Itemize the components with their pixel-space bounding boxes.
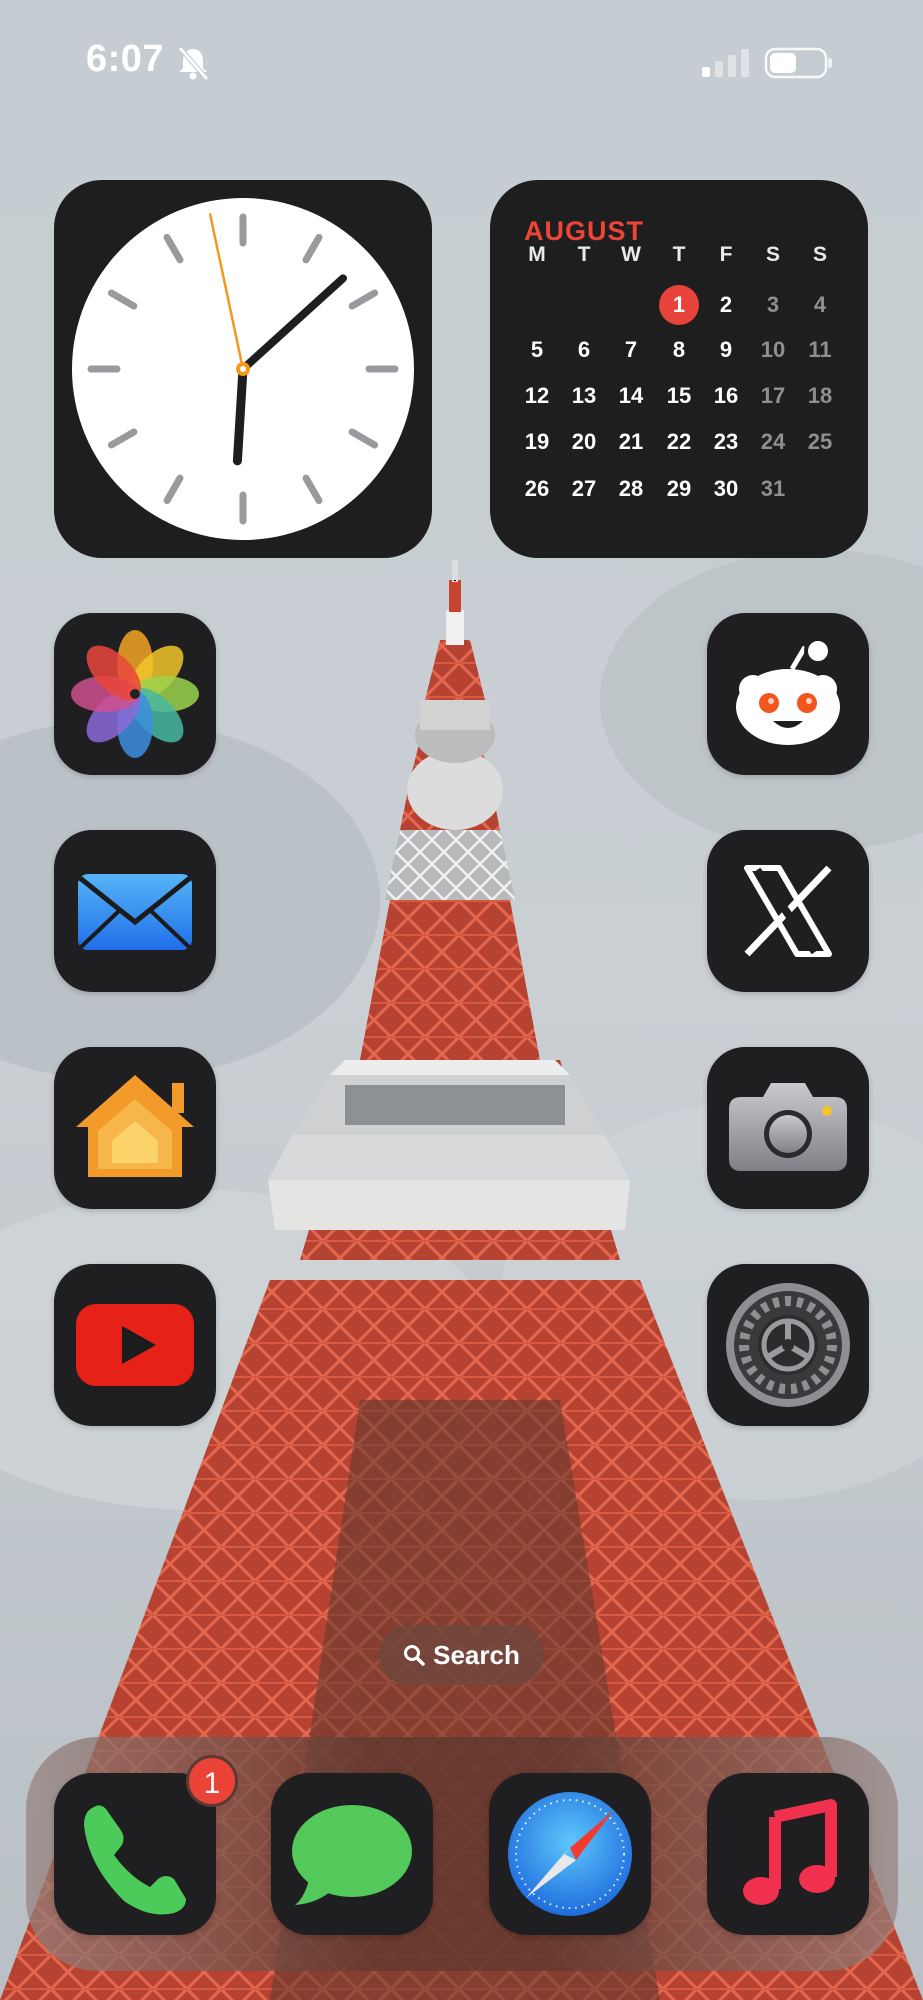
calendar-day: 24 [760, 429, 786, 454]
calendar-day: 17 [760, 383, 786, 408]
calendar-day: 8 [672, 337, 686, 362]
photos-icon [71, 630, 199, 758]
youtube-app[interactable] [54, 1264, 216, 1426]
calendar-day: 14 [618, 383, 644, 408]
youtube-icon [76, 1304, 194, 1386]
camera-icon [729, 1083, 847, 1171]
calendar-day: 23 [713, 429, 739, 454]
calendar-day: 22 [666, 429, 692, 454]
home-icon [76, 1075, 194, 1177]
calendar-day: 20 [571, 429, 597, 454]
search-label: Search [433, 1639, 520, 1670]
phone-notification-badge: 1 [186, 1755, 238, 1807]
reddit-icon [736, 637, 840, 745]
calendar-day: 6 [577, 337, 591, 362]
calendar-day: 31 [760, 476, 786, 501]
calendar-day: 15 [666, 383, 692, 408]
analog-clock-face [72, 198, 414, 540]
calendar-day: 10 [760, 337, 786, 362]
messages-app[interactable] [271, 1773, 433, 1935]
calendar-day: 11 [808, 337, 832, 362]
calendar-day: 5 [530, 337, 544, 362]
calendar-day: 25 [807, 429, 833, 454]
camera-app[interactable] [707, 1047, 869, 1209]
calendar-day: 13 [571, 383, 597, 408]
calendar-day: 2 [719, 292, 733, 317]
calendar-weekday-header: M [528, 243, 546, 266]
calendar-day: 19 [524, 429, 550, 454]
battery-icon [764, 47, 832, 79]
calendar-widget[interactable]: AUGUST M T W T F S S 1 2 3 4 5 6 7 8 9 10 11 12 13 14 15 16 17 1… [490, 180, 868, 558]
calendar-day: 9 [719, 337, 733, 362]
clock-widget[interactable] [54, 180, 432, 558]
calendar-weekday-header: F [719, 243, 733, 266]
calendar-day: 4 [813, 292, 827, 317]
search-button[interactable]: Search [379, 1625, 544, 1685]
safari-app[interactable] [489, 1773, 651, 1935]
status-time: 6:07 [86, 38, 165, 80]
calendar-weekday-header: W [621, 243, 641, 266]
calendar-weekday-header: S [812, 243, 827, 266]
calendar-day: 21 [618, 429, 644, 454]
x-app[interactable] [707, 830, 869, 992]
calendar-weekday-header: S [765, 243, 780, 266]
reddit-app[interactable] [707, 613, 869, 775]
bell-slash-icon [178, 46, 209, 81]
calendar-day: 30 [713, 476, 739, 501]
photos-app[interactable] [54, 613, 216, 775]
calendar-day: 26 [524, 476, 550, 501]
music-app[interactable] [707, 1773, 869, 1935]
settings-app[interactable] [707, 1264, 869, 1426]
settings-icon [726, 1283, 850, 1407]
calendar-day-today: 1 [672, 292, 686, 317]
calendar-day: 3 [766, 292, 780, 317]
calendar-day: 12 [524, 383, 550, 408]
calendar-day: 29 [666, 476, 692, 501]
calendar-day: 16 [713, 383, 739, 408]
search-icon [404, 1645, 425, 1666]
cellular-signal-icon [702, 49, 749, 77]
mail-icon [78, 874, 192, 950]
home-app[interactable] [54, 1047, 216, 1209]
calendar-day: 18 [807, 383, 833, 408]
mail-app[interactable] [54, 830, 216, 992]
clock-hour-hand [232, 364, 248, 466]
calendar-day: 27 [571, 476, 597, 501]
calendar-day: 7 [624, 337, 638, 362]
calendar-weekday-header: T [672, 243, 686, 266]
music-icon [743, 1799, 837, 1905]
calendar-weekday-header: T [577, 243, 591, 266]
x-icon [744, 865, 832, 957]
calendar-day: 28 [618, 476, 644, 501]
safari-icon [508, 1792, 632, 1916]
messages-icon [292, 1805, 412, 1905]
